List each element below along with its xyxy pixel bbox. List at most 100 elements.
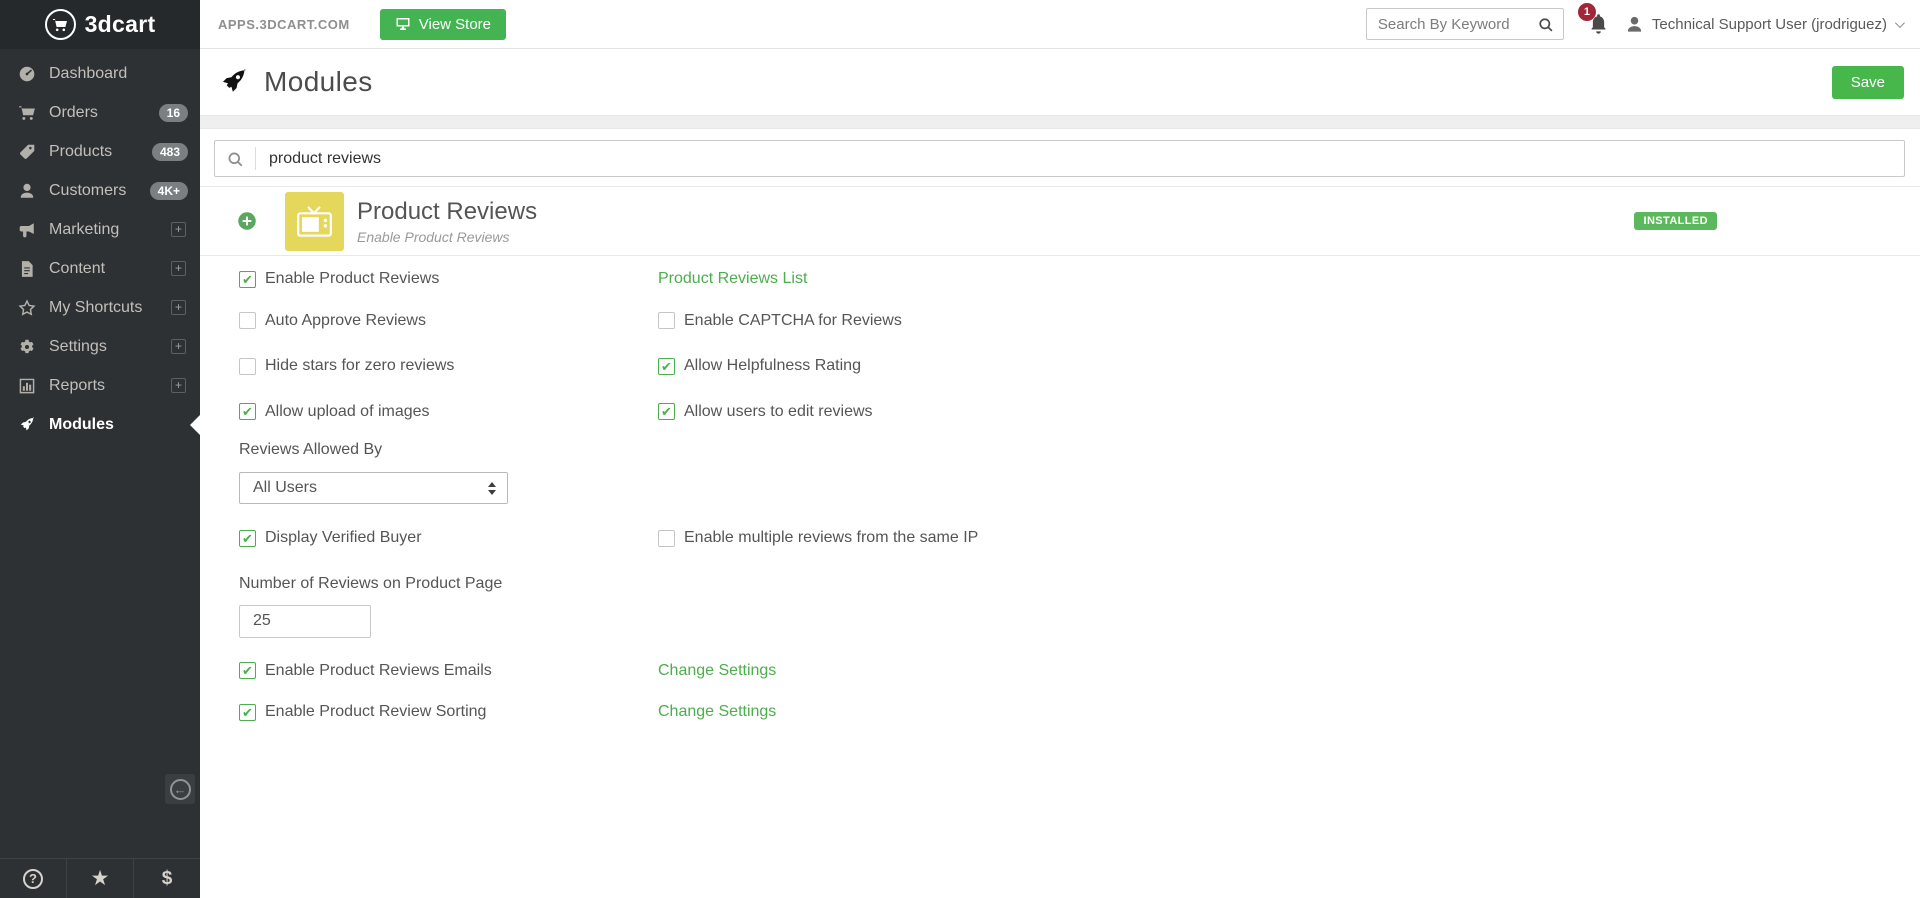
sorting-change-settings-link[interactable]: Change Settings (658, 703, 776, 720)
checkbox-box (658, 357, 675, 375)
sidebar-item-content[interactable]: Content (0, 249, 200, 288)
arrow-left-circle-icon (169, 778, 191, 800)
store-domain-label: APPS.3DCART.COM (218, 16, 350, 32)
gear-icon (17, 337, 36, 356)
checkbox-enable-captcha[interactable]: Enable CAPTCHA for Reviews (658, 312, 902, 330)
sidebar-item-modules[interactable]: Modules (0, 405, 200, 444)
logo[interactable]: 3dcart (0, 0, 200, 49)
cart-icon (17, 103, 36, 122)
sidebar-item-label: Orders (49, 103, 98, 121)
global-search-input[interactable] (1377, 15, 1537, 33)
checkbox-auto-approve-reviews[interactable]: Auto Approve Reviews (239, 312, 426, 330)
sidebar-item-dashboard[interactable]: Dashboard (0, 54, 200, 93)
user-menu[interactable]: Technical Support User (jrodriguez) (1625, 15, 1905, 34)
sidebar-item-orders[interactable]: Orders 16 (0, 93, 200, 132)
user-name: Technical Support User (jrodriguez) (1651, 15, 1887, 33)
expand-plus-icon[interactable] (171, 261, 186, 276)
search-icon[interactable] (1537, 16, 1554, 33)
megaphone-icon (17, 220, 36, 239)
select-value: All Users (253, 479, 318, 496)
product-reviews-list-link[interactable]: Product Reviews List (658, 270, 807, 287)
notification-count-badge: 1 (1577, 2, 1596, 21)
sidebar-item-marketing[interactable]: Marketing (0, 210, 200, 249)
emails-change-settings-link[interactable]: Change Settings (658, 662, 776, 679)
checkbox-enable-reviews-emails[interactable]: Enable Product Reviews Emails (239, 662, 492, 680)
view-store-label: View Store (418, 15, 492, 33)
expand-plus-icon[interactable] (171, 222, 186, 237)
topbar: APPS.3DCART.COM View Store 1 Technical S… (200, 0, 1920, 49)
checkbox-hide-stars-zero-reviews[interactable]: Hide stars for zero reviews (239, 357, 454, 375)
favorites-button[interactable]: ★ (67, 859, 134, 898)
checkbox-box (658, 312, 675, 329)
checkbox-box (658, 529, 675, 547)
sidebar-item-label: Modules (49, 415, 114, 433)
main-content: APPS.3DCART.COM View Store 1 Technical S… (200, 0, 1920, 898)
select-updown-icon (488, 481, 496, 495)
sidebar-item-settings[interactable]: Settings (0, 327, 200, 366)
sidebar-item-label: Settings (49, 337, 107, 355)
checkbox-box (239, 270, 256, 288)
checkbox-box (658, 403, 675, 420)
reviews-allowed-by-label: Reviews Allowed By (239, 441, 383, 458)
number-of-reviews-label: Number of Reviews on Product Page (239, 574, 503, 592)
sidebar-item-label: Dashboard (49, 64, 128, 82)
help-button[interactable]: ? (0, 859, 67, 898)
add-circle-icon[interactable] (237, 211, 257, 231)
checkbox-multiple-reviews-same-ip[interactable]: Enable multiple reviews from the same IP (658, 529, 978, 547)
checkbox-allow-upload-images[interactable]: Allow upload of images (239, 403, 430, 421)
expand-plus-icon[interactable] (171, 378, 186, 393)
sidebar-item-reports[interactable]: Reports (0, 366, 200, 405)
sidebar-item-label: Products (49, 142, 113, 160)
customers-count-badge: 4K+ (149, 181, 188, 200)
checkbox-box (239, 312, 256, 329)
bar-chart-icon (17, 376, 36, 395)
checkbox-allow-users-edit-reviews[interactable]: Allow users to edit reviews (658, 403, 873, 421)
sidebar-item-label: Marketing (49, 220, 120, 238)
gauge-icon (17, 64, 36, 83)
sidebar-item-label: Reports (49, 376, 106, 394)
installed-badge: INSTALLED (1634, 212, 1717, 230)
sidebar-item-products[interactable]: Products 483 (0, 132, 200, 171)
billing-button[interactable]: $ (134, 859, 200, 898)
help-icon: ? (23, 868, 43, 889)
module-settings: Enable Product Reviews Product Reviews L… (200, 256, 1920, 722)
rocket-icon (17, 415, 36, 434)
sidebar-item-label: Content (49, 259, 106, 277)
sidebar-item-label: My Shortcuts (49, 298, 143, 316)
sidebar-item-customers[interactable]: Customers 4K+ (0, 171, 200, 210)
billing-icon: $ (161, 867, 173, 889)
module-subtitle: Enable Product Reviews (357, 228, 510, 245)
person-icon (17, 181, 36, 200)
search-icon (215, 150, 255, 168)
reviews-allowed-by-select[interactable]: All Users (239, 472, 508, 504)
checkbox-enable-product-reviews[interactable]: Enable Product Reviews (239, 270, 439, 288)
tag-icon (17, 142, 36, 161)
document-icon (17, 259, 36, 278)
save-button[interactable]: Save (1831, 65, 1904, 99)
sidebar-footer: ? ★ $ (0, 858, 200, 898)
checkbox-display-verified-buyer[interactable]: Display Verified Buyer (239, 529, 422, 547)
view-store-button[interactable]: View Store (379, 8, 507, 40)
page-header: Modules Save (200, 49, 1920, 115)
module-search-input[interactable] (256, 149, 1904, 168)
checkbox-allow-helpfulness-rating[interactable]: Allow Helpfulness Rating (658, 357, 861, 375)
expand-plus-icon[interactable] (171, 339, 186, 354)
checkbox-enable-review-sorting[interactable]: Enable Product Review Sorting (239, 703, 486, 721)
notifications-button[interactable]: 1 (1577, 2, 1609, 35)
sidebar-item-my-shortcuts[interactable]: My Shortcuts (0, 288, 200, 327)
expand-plus-icon[interactable] (171, 300, 186, 315)
collapse-sidebar-button[interactable] (165, 774, 195, 804)
module-title: Product Reviews (357, 197, 538, 225)
rocket-icon (218, 67, 249, 98)
checkbox-box (239, 703, 256, 721)
checkbox-box (239, 529, 256, 547)
header-divider (200, 115, 1920, 129)
number-of-reviews-input[interactable] (239, 604, 371, 638)
user-icon (1625, 15, 1644, 34)
monitor-icon (395, 16, 411, 32)
sidebar-nav: Dashboard Orders 16 Products 483 Custome… (0, 49, 200, 444)
cart-logo-icon (44, 9, 76, 40)
checkbox-box (239, 357, 256, 375)
modules-panel: Product Reviews Enable Product Reviews I… (200, 129, 1920, 898)
product-reviews-tv-icon (285, 191, 344, 251)
